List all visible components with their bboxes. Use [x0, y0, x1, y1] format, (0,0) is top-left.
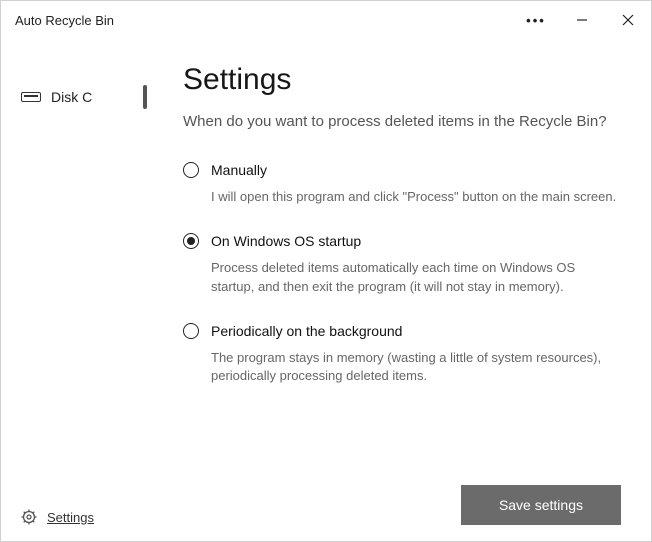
radio-option[interactable]: Manually — [183, 162, 621, 178]
close-button[interactable] — [605, 1, 651, 39]
minimize-button[interactable] — [559, 1, 605, 39]
save-settings-button[interactable]: Save settings — [461, 485, 621, 525]
content: Settings When do you want to process del… — [151, 39, 651, 541]
option-on-startup: On Windows OS startup Process deleted it… — [183, 233, 621, 297]
more-button[interactable]: ••• — [513, 1, 559, 39]
radio-icon — [183, 323, 199, 339]
sidebar-item-label: Disk C — [51, 89, 92, 105]
option-label: Manually — [211, 162, 267, 178]
option-periodically: Periodically on the background The progr… — [183, 323, 621, 387]
sidebar-item-settings[interactable]: Settings — [1, 495, 151, 541]
disk-icon — [21, 92, 41, 102]
option-description: Process deleted items automatically each… — [211, 259, 621, 297]
radio-option[interactable]: On Windows OS startup — [183, 233, 621, 249]
radio-icon — [183, 162, 199, 178]
sidebar-item-disk-c[interactable]: Disk C — [1, 79, 151, 115]
page-title: Settings — [183, 63, 621, 97]
radio-icon — [183, 233, 199, 249]
window-title: Auto Recycle Bin — [15, 13, 114, 28]
radio-option[interactable]: Periodically on the background — [183, 323, 621, 339]
option-description: I will open this program and click "Proc… — [211, 188, 621, 207]
sidebar-item-label: Settings — [47, 510, 94, 525]
sidebar: Disk C Settings — [1, 39, 151, 541]
footer: Save settings — [183, 479, 621, 525]
option-label: Periodically on the background — [211, 323, 402, 339]
titlebar: Auto Recycle Bin ••• — [1, 1, 651, 39]
main-area: Disk C Settings Settings When do you wan… — [1, 39, 651, 541]
option-description: The program stays in memory (wasting a l… — [211, 349, 621, 387]
window-controls: ••• — [513, 1, 651, 39]
option-label: On Windows OS startup — [211, 233, 361, 249]
gear-icon — [21, 509, 37, 525]
option-manually: Manually I will open this program and cl… — [183, 162, 621, 207]
page-subtitle: When do you want to process deleted item… — [183, 111, 621, 132]
